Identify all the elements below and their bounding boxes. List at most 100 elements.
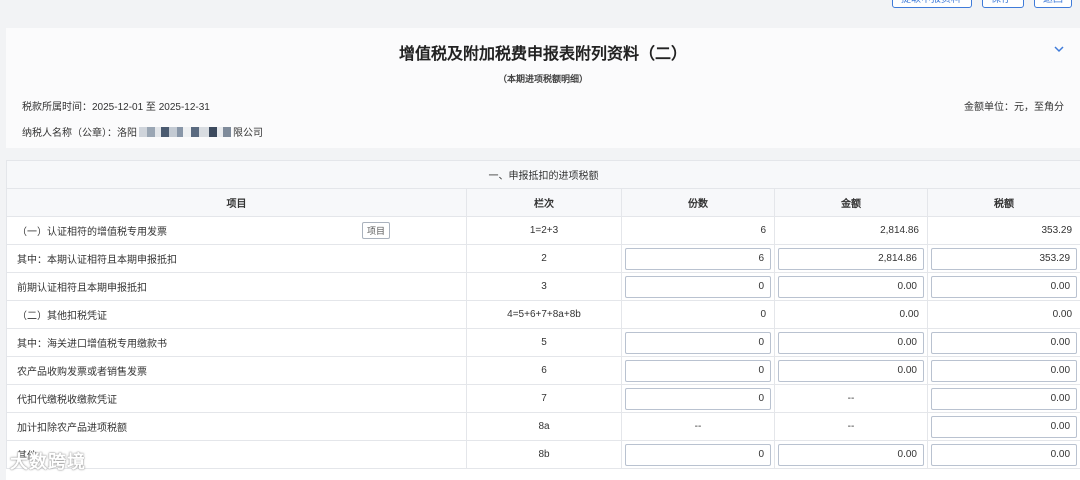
row-count-value: -- (621, 412, 775, 441)
tax-input[interactable]: 0.00 (931, 275, 1078, 298)
row-line-number: 3 (466, 272, 622, 301)
row-item-label: （二）其他扣税凭证 (6, 300, 467, 329)
chevron-down-icon[interactable] (1052, 42, 1066, 56)
form-header: 增值税及附加税费申报表附列资料（二） （本期进项税额明细） 税款所属时间：202… (6, 28, 1080, 148)
col-header-item: 项目 (6, 188, 467, 217)
row-count-cell: 6 (621, 244, 775, 273)
row-tax-cell: 0.00 (926, 412, 1080, 441)
count-input[interactable]: 0 (625, 359, 771, 382)
table-row: 其中：本期认证相符且本期申报抵扣 2 6 2,814.86 353.29 (6, 244, 1080, 273)
tax-input[interactable]: 0.00 (931, 331, 1078, 354)
row-tax-cell: 353.29 (926, 244, 1080, 273)
row-line-number: 2 (466, 244, 622, 273)
row-item-label: 其中：本期认证相符且本期申报抵扣 (6, 244, 467, 273)
row-item-label: 前期认证相符且本期申报抵扣 (6, 272, 467, 301)
taxpayer-prefix: 纳税人名称（公章）：洛阳 (22, 128, 137, 139)
table-row: （二）其他扣税凭证 4=5+6+7+8a+8b 0 0.00 0.00 (6, 300, 1080, 329)
save-button[interactable]: 保存 (982, 0, 1024, 8)
row-tax-value: 0.00 (926, 300, 1080, 329)
row-count-value: 6 (621, 216, 775, 245)
watermark: 大数跨境 (10, 452, 86, 472)
row-item-text: 代扣代缴税收缴款凭证 (17, 395, 117, 406)
section-title: 一、申报抵扣的进项税额 (6, 160, 1080, 189)
taxpayer-suffix: 限公司 (233, 128, 263, 139)
row-line-number: 8b (466, 440, 622, 469)
amount-input[interactable]: 0.00 (778, 359, 924, 382)
row-tax-value: 353.29 (926, 216, 1080, 245)
count-input[interactable]: 6 (625, 247, 771, 270)
count-input[interactable]: 0 (625, 275, 771, 298)
row-count-value: 0 (621, 300, 775, 329)
row-line-number: 5 (466, 328, 622, 357)
row-item-label: 加计扣除农产品进项税额 (6, 412, 467, 441)
tax-input[interactable]: 0.00 (931, 415, 1078, 438)
back-button[interactable]: 返回 (1034, 0, 1072, 8)
tax-input[interactable]: 0.00 (931, 387, 1078, 410)
table-row: 农产品收购发票或者销售发票 6 0 0.00 0.00 (6, 356, 1080, 385)
tax-input[interactable]: 0.00 (931, 359, 1078, 382)
row-tax-cell: 0.00 (926, 384, 1080, 413)
row-item-text: 加计扣除农产品进项税额 (17, 423, 127, 434)
tax-period: 税款所属时间：2025-12-01 至 2025-12-31 (22, 102, 210, 113)
table-row: （一）认证相符的增值税专用发票 项目 1=2+3 6 2,814.86 353.29 (6, 216, 1080, 245)
col-header-amount: 金额 (774, 188, 928, 217)
column-header-row: 项目 栏次 份数 金额 税额 (6, 188, 1080, 217)
tax-input[interactable]: 353.29 (931, 247, 1078, 270)
row-item-text: 农产品收购发票或者销售发票 (17, 367, 147, 378)
row-line-number: 7 (466, 384, 622, 413)
row-count-cell: 0 (621, 272, 775, 301)
amount-input[interactable]: 0.00 (778, 331, 924, 354)
count-input[interactable]: 0 (625, 443, 771, 466)
row-amount-cell: 2,814.86 (774, 244, 928, 273)
row-item-label: 代扣代缴税收缴款凭证 (6, 384, 467, 413)
row-line-number: 6 (466, 356, 622, 385)
section-header-row: 一、申报抵扣的进项税额 (6, 160, 1080, 189)
taxpayer-name: 纳税人名称（公章）：洛阳 限公司 (22, 124, 263, 139)
row-amount-cell: 0.00 (774, 272, 928, 301)
row-tax-cell: 0.00 (926, 272, 1080, 301)
row-count-cell: 0 (621, 356, 775, 385)
row-amount-cell: 0.00 (774, 440, 928, 469)
row-item-text: （二）其他扣税凭证 (17, 311, 107, 322)
row-count-cell: 0 (621, 440, 775, 469)
row-tax-cell: 0.00 (926, 356, 1080, 385)
count-input[interactable]: 0 (625, 387, 771, 410)
amount-input[interactable]: 2,814.86 (778, 247, 924, 270)
row-tax-cell: 0.00 (926, 440, 1080, 469)
top-actions: 提取申报资料 保存 返回 (892, 0, 1072, 8)
row-count-cell: 0 (621, 328, 775, 357)
row-count-cell: 0 (621, 384, 775, 413)
input-tax-table: 一、申报抵扣的进项税额 项目 栏次 份数 金额 税额 （一）认证相符的增值税专用… (6, 160, 1080, 469)
row-line-number: 8a (466, 412, 622, 441)
row-amount-value: -- (774, 412, 928, 441)
row-item-label: 其中：海关进口增值税专用缴款书 (6, 328, 467, 357)
extract-declaration-button[interactable]: 提取申报资料 (892, 0, 972, 8)
row-amount-value: -- (774, 384, 928, 413)
row-item-text: （一）认证相符的增值税专用发票 (17, 227, 167, 238)
amount-input[interactable]: 0.00 (778, 275, 924, 298)
row-amount-cell: 0.00 (774, 356, 928, 385)
page-title: 增值税及附加税费申报表附列资料（二） (398, 46, 687, 63)
page-subtitle: （本期进项税额明细） (497, 74, 588, 84)
table-row: 代扣代缴税收缴款凭证 7 0 -- 0.00 (6, 384, 1080, 413)
row-amount-cell: 0.00 (774, 328, 928, 357)
col-header-line: 栏次 (466, 188, 622, 217)
col-header-tax: 税额 (926, 188, 1080, 217)
deduction-table-container: 一、申报抵扣的进项税额 项目 栏次 份数 金额 税额 （一）认证相符的增值税专用… (6, 160, 1080, 480)
table-row: 其中：海关进口增值税专用缴款书 5 0 0.00 0.00 (6, 328, 1080, 357)
count-input[interactable]: 0 (625, 331, 771, 354)
row-tax-cell: 0.00 (926, 328, 1080, 357)
row-item-text: 其中：本期认证相符且本期申报抵扣 (17, 255, 177, 266)
row-item-label: 农产品收购发票或者销售发票 (6, 356, 467, 385)
row-item-text: 其中：海关进口增值税专用缴款书 (17, 339, 167, 350)
tax-input[interactable]: 0.00 (931, 443, 1078, 466)
col-header-count: 份数 (621, 188, 775, 217)
row-line-number: 4=5+6+7+8a+8b (466, 300, 622, 329)
amount-input[interactable]: 0.00 (778, 443, 924, 466)
row-item-text: 前期认证相符且本期申报抵扣 (17, 283, 147, 294)
row-amount-value: 2,814.86 (774, 216, 928, 245)
redacted-mosaic (139, 126, 231, 137)
amount-unit: 金额单位：元，至角分 (964, 102, 1064, 113)
row-amount-value: 0.00 (774, 300, 928, 329)
table-row: 加计扣除农产品进项税额 8a -- -- 0.00 (6, 412, 1080, 441)
